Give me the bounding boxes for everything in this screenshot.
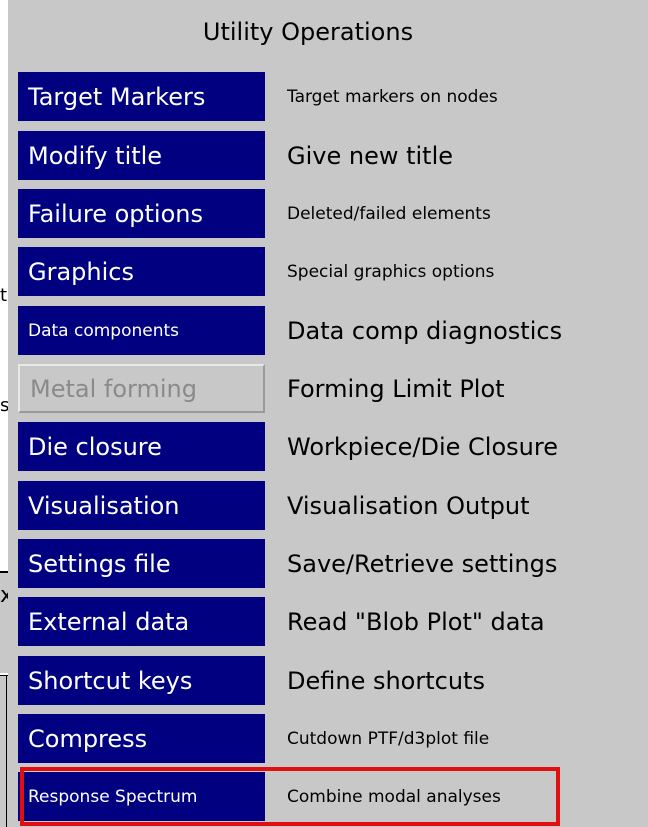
graphics-button[interactable]: Graphics bbox=[18, 247, 265, 296]
response-spectrum-button[interactable]: Response Spectrum bbox=[18, 772, 265, 821]
failure-options-description: Deleted/failed elements bbox=[287, 203, 491, 224]
visualisation-description: Visualisation Output bbox=[287, 491, 530, 520]
shortcut-keys-button[interactable]: Shortcut keys bbox=[18, 656, 265, 705]
die-closure-button[interactable]: Die closure bbox=[18, 422, 265, 471]
external-data-button[interactable]: External data bbox=[18, 597, 265, 646]
data-components-button[interactable]: Data components bbox=[18, 306, 265, 355]
external-data-description: Read "Blob Plot" data bbox=[287, 607, 545, 636]
target-markers-button[interactable]: Target Markers bbox=[18, 72, 265, 121]
metal-forming-button[interactable]: Metal forming bbox=[18, 364, 265, 413]
response-spectrum-description: Combine modal analyses bbox=[287, 786, 501, 807]
background-window-fragment: s bbox=[0, 395, 8, 415]
compress-description: Cutdown PTF/d3plot file bbox=[287, 728, 490, 749]
shortcut-keys-description: Define shortcuts bbox=[287, 666, 485, 695]
visualisation-button[interactable]: Visualisation bbox=[18, 481, 265, 530]
settings-file-description: Save/Retrieve settings bbox=[287, 549, 558, 578]
target-markers-description: Target markers on nodes bbox=[287, 86, 498, 107]
background-window-edge bbox=[6, 676, 7, 827]
settings-file-button[interactable]: Settings file bbox=[18, 539, 265, 588]
metal-forming-description: Forming Limit Plot bbox=[287, 374, 505, 403]
modify-title-button[interactable]: Modify title bbox=[18, 131, 265, 180]
compress-button[interactable]: Compress bbox=[18, 714, 265, 763]
modify-title-description: Give new title bbox=[287, 141, 454, 170]
background-window-fragment: x bbox=[0, 583, 8, 607]
die-closure-description: Workpiece/Die Closure bbox=[287, 432, 558, 461]
background-window-fragment: t bbox=[0, 285, 8, 305]
screen: t s x Utility Operations Target Markers … bbox=[0, 0, 648, 827]
utility-operations-panel: Utility Operations Target Markers Target… bbox=[8, 0, 648, 827]
panel-title: Utility Operations bbox=[202, 18, 414, 46]
data-components-description: Data comp diagnostics bbox=[287, 316, 563, 345]
graphics-description: Special graphics options bbox=[287, 261, 495, 282]
failure-options-button[interactable]: Failure options bbox=[18, 189, 265, 238]
